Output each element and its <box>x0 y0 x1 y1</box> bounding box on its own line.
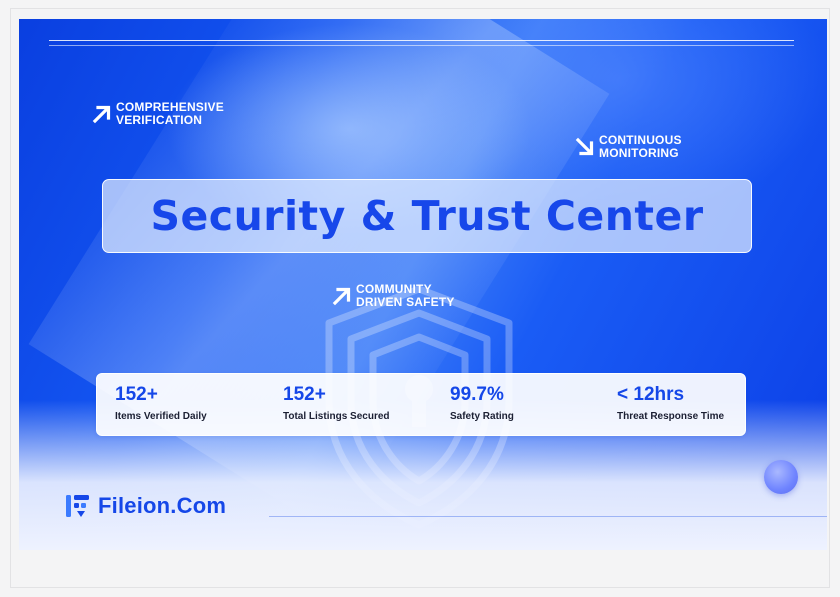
top-divider-lines <box>49 40 794 46</box>
stat-value: 152+ <box>115 384 158 405</box>
decorative-orb <box>764 460 798 494</box>
arrow-up-right-icon <box>332 287 351 306</box>
tag-line-2: DRIVEN SAFETY <box>356 295 455 309</box>
tag-line-2: VERIFICATION <box>116 113 203 127</box>
stat-value: 152+ <box>283 384 326 405</box>
stat-value: 99.7% <box>450 384 504 405</box>
page-title: Security & Trust Center <box>150 192 704 240</box>
title-box: Security & Trust Center <box>102 179 752 253</box>
arrow-down-right-icon <box>575 137 594 156</box>
brand-underline <box>269 516 827 517</box>
stat-safety-rating: 99.7% Safety Rating <box>450 384 514 423</box>
tag-comprehensive-verification: COMPREHENSIVE VERIFICATION <box>91 101 224 127</box>
arrow-up-right-icon <box>92 105 111 124</box>
security-banner: COMPREHENSIVE VERIFICATION CONTINUOUS MO… <box>19 19 827 550</box>
stat-label: Threat Response Time <box>617 411 725 422</box>
stat-label: Safety Rating <box>450 411 514 422</box>
fileion-logo-icon <box>66 495 89 517</box>
stat-threat-response: < 12hrs Threat Response Time <box>617 384 724 423</box>
tag-continuous-monitoring: CONTINUOUS MONITORING <box>574 134 682 160</box>
stat-label: Items Verified Daily <box>115 411 207 422</box>
stat-listings-secured: 152+ Total Listings Secured <box>283 384 390 423</box>
tag-line-2: MONITORING <box>599 146 679 160</box>
brand-name: Fileion.Com <box>98 493 227 518</box>
stats-panel: 152+ Items Verified Daily 152+ Total Lis… <box>96 373 746 436</box>
brand-logo: Fileion.Com <box>65 492 226 520</box>
stat-label: Total Listings Secured <box>283 411 390 422</box>
tag-community-driven-safety: COMMUNITY DRIVEN SAFETY <box>331 283 455 309</box>
stat-items-verified: 152+ Items Verified Daily <box>115 384 207 423</box>
stat-value: < 12hrs <box>617 384 685 405</box>
